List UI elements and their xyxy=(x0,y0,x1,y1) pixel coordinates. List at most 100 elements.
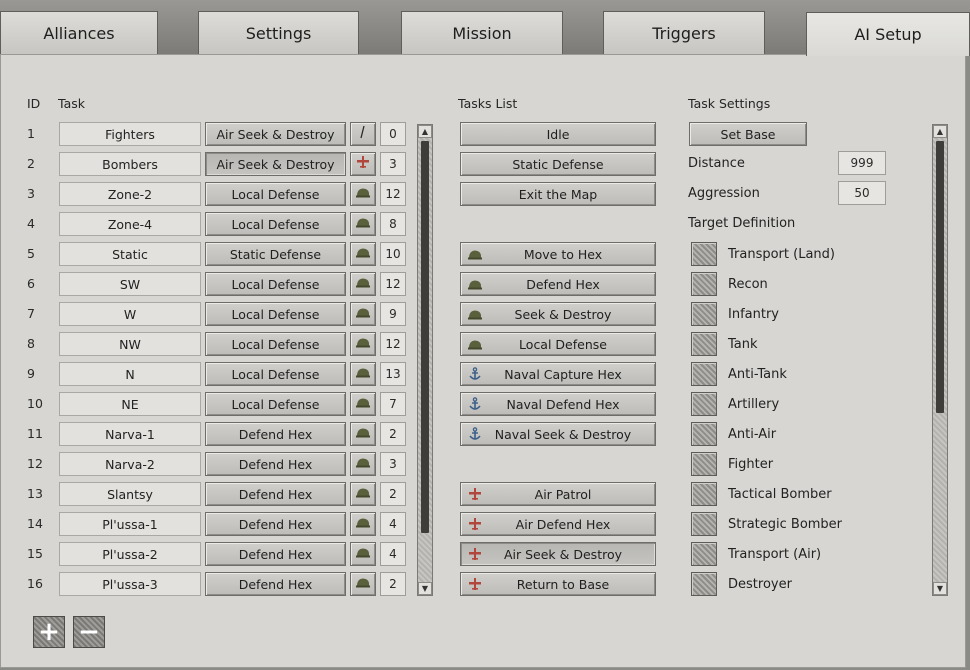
helmet-icon xyxy=(467,247,483,261)
task-list-button[interactable]: Exit the Map xyxy=(460,182,656,206)
task-name-field[interactable]: NW xyxy=(59,332,201,356)
task-type-button[interactable]: Static Defense xyxy=(205,242,346,266)
task-type-button[interactable]: Local Defense xyxy=(205,362,346,386)
unit-type-button[interactable] xyxy=(350,182,376,206)
target-checkbox[interactable] xyxy=(691,482,717,506)
task-list-button[interactable]: Naval Capture Hex xyxy=(460,362,656,386)
target-checkbox[interactable] xyxy=(691,242,717,266)
task-name-field[interactable]: Narva-1 xyxy=(59,422,201,446)
add-task-button[interactable]: + xyxy=(33,616,65,648)
task-name-field[interactable]: Fighters xyxy=(59,122,201,146)
unit-type-button[interactable] xyxy=(350,122,376,146)
target-checkbox[interactable] xyxy=(691,302,717,326)
task-list-button[interactable]: Idle xyxy=(460,122,656,146)
tab-settings[interactable]: Settings xyxy=(198,11,359,54)
task-type-button[interactable]: Local Defense xyxy=(205,182,346,206)
task-list-button[interactable]: Local Defense xyxy=(460,332,656,356)
tab-alliances[interactable]: Alliances xyxy=(0,11,158,54)
target-checkbox[interactable] xyxy=(691,392,717,416)
target-checkbox[interactable] xyxy=(691,422,717,446)
unit-type-button[interactable] xyxy=(350,542,376,566)
scroll-down-arrow[interactable]: ▼ xyxy=(418,582,432,595)
unit-type-button[interactable] xyxy=(350,152,376,176)
task-name-field[interactable]: N xyxy=(59,362,201,386)
distance-field[interactable]: 999 xyxy=(838,151,886,175)
target-checkbox[interactable] xyxy=(691,572,717,596)
task-name-field[interactable]: W xyxy=(59,302,201,326)
target-checkbox[interactable] xyxy=(691,332,717,356)
task-list-button[interactable]: Move to Hex xyxy=(460,242,656,266)
scroll-down-arrow[interactable]: ▼ xyxy=(933,582,947,595)
task-list-button[interactable]: Naval Defend Hex xyxy=(460,392,656,416)
unit-type-button[interactable] xyxy=(350,362,376,386)
task-type-button[interactable]: Defend Hex xyxy=(205,572,346,596)
task-type-button[interactable]: Air Seek & Destroy xyxy=(205,152,346,176)
scroll-up-arrow[interactable]: ▲ xyxy=(933,125,947,138)
task-name-field[interactable]: Pl'ussa-1 xyxy=(59,512,201,536)
target-checkbox[interactable] xyxy=(691,512,717,536)
task-name-field[interactable]: NE xyxy=(59,392,201,416)
unit-type-button[interactable] xyxy=(350,212,376,236)
task-name-field[interactable]: SW xyxy=(59,272,201,296)
task-list-button[interactable]: Return to Base xyxy=(460,572,656,596)
unit-type-button[interactable] xyxy=(350,482,376,506)
unit-count: 2 xyxy=(380,482,406,506)
task-type-button[interactable]: Defend Hex xyxy=(205,422,346,446)
target-checkbox[interactable] xyxy=(691,272,717,296)
tab-ai-setup[interactable]: AI Setup xyxy=(806,12,970,56)
set-base-button[interactable]: Set Base xyxy=(689,122,807,146)
task-name-field[interactable]: Slantsy xyxy=(59,482,201,506)
task-name-field[interactable]: Pl'ussa-3 xyxy=(59,572,201,596)
target-label: Tactical Bomber xyxy=(728,487,832,502)
task-type-button[interactable]: Defend Hex xyxy=(205,452,346,476)
settings-scrollbar[interactable]: ▲ ▼ xyxy=(932,124,948,596)
aggression-field[interactable]: 50 xyxy=(838,181,886,205)
unit-type-button[interactable] xyxy=(350,572,376,596)
task-type-button[interactable]: Local Defense xyxy=(205,212,346,236)
task-list-button[interactable]: Air Seek & Destroy xyxy=(460,542,656,566)
task-list-button[interactable]: Air Patrol xyxy=(460,482,656,506)
unit-count: 0 xyxy=(380,122,406,146)
unit-type-button[interactable] xyxy=(350,332,376,356)
task-type-button[interactable]: Defend Hex xyxy=(205,542,346,566)
task-name-field[interactable]: Pl'ussa-2 xyxy=(59,542,201,566)
task-name-field[interactable]: Bombers xyxy=(59,152,201,176)
task-name-field[interactable]: Zone-4 xyxy=(59,212,201,236)
target-checkbox[interactable] xyxy=(691,362,717,386)
unit-count-value: 4 xyxy=(389,547,397,561)
task-type-button[interactable]: Defend Hex xyxy=(205,512,346,536)
task-name-field[interactable]: Narva-2 xyxy=(59,452,201,476)
task-type-button[interactable]: Local Defense xyxy=(205,332,346,356)
task-type-button[interactable]: Air Seek & Destroy xyxy=(205,122,346,146)
table-row: 2 Bombers Air Seek & Destroy 3 xyxy=(1,152,441,176)
unit-type-button[interactable] xyxy=(350,452,376,476)
scroll-thumb[interactable] xyxy=(421,141,429,533)
unit-type-button[interactable] xyxy=(350,392,376,416)
target-checkbox[interactable] xyxy=(691,542,717,566)
tab-triggers[interactable]: Triggers xyxy=(603,11,765,54)
remove-task-button[interactable]: − xyxy=(73,616,105,648)
task-name-field[interactable]: Static xyxy=(59,242,201,266)
task-type-button[interactable]: Local Defense xyxy=(205,392,346,416)
task-list-button[interactable]: Naval Seek & Destroy xyxy=(460,422,656,446)
aggression-value: 50 xyxy=(854,186,870,200)
task-type-button[interactable]: Defend Hex xyxy=(205,482,346,506)
tab-mission[interactable]: Mission xyxy=(401,11,563,54)
scroll-up-arrow[interactable]: ▲ xyxy=(418,125,432,138)
task-name-field[interactable]: Zone-2 xyxy=(59,182,201,206)
scroll-thumb[interactable] xyxy=(936,141,944,413)
unit-type-button[interactable] xyxy=(350,422,376,446)
unit-type-button[interactable] xyxy=(350,272,376,296)
task-list-button[interactable]: Seek & Destroy xyxy=(460,302,656,326)
target-checkbox[interactable] xyxy=(691,452,717,476)
task-type-button[interactable]: Local Defense xyxy=(205,272,346,296)
task-list-button[interactable]: Air Defend Hex xyxy=(460,512,656,536)
unit-type-button[interactable] xyxy=(350,512,376,536)
unit-type-button[interactable] xyxy=(350,302,376,326)
task-list-button[interactable]: Defend Hex xyxy=(460,272,656,296)
table-row: 3 Zone-2 Local Defense 12 xyxy=(1,182,441,206)
task-list-button[interactable]: Static Defense xyxy=(460,152,656,176)
unit-type-button[interactable] xyxy=(350,242,376,266)
task-type-button[interactable]: Local Defense xyxy=(205,302,346,326)
task-table-scrollbar[interactable]: ▲ ▼ xyxy=(417,124,433,596)
